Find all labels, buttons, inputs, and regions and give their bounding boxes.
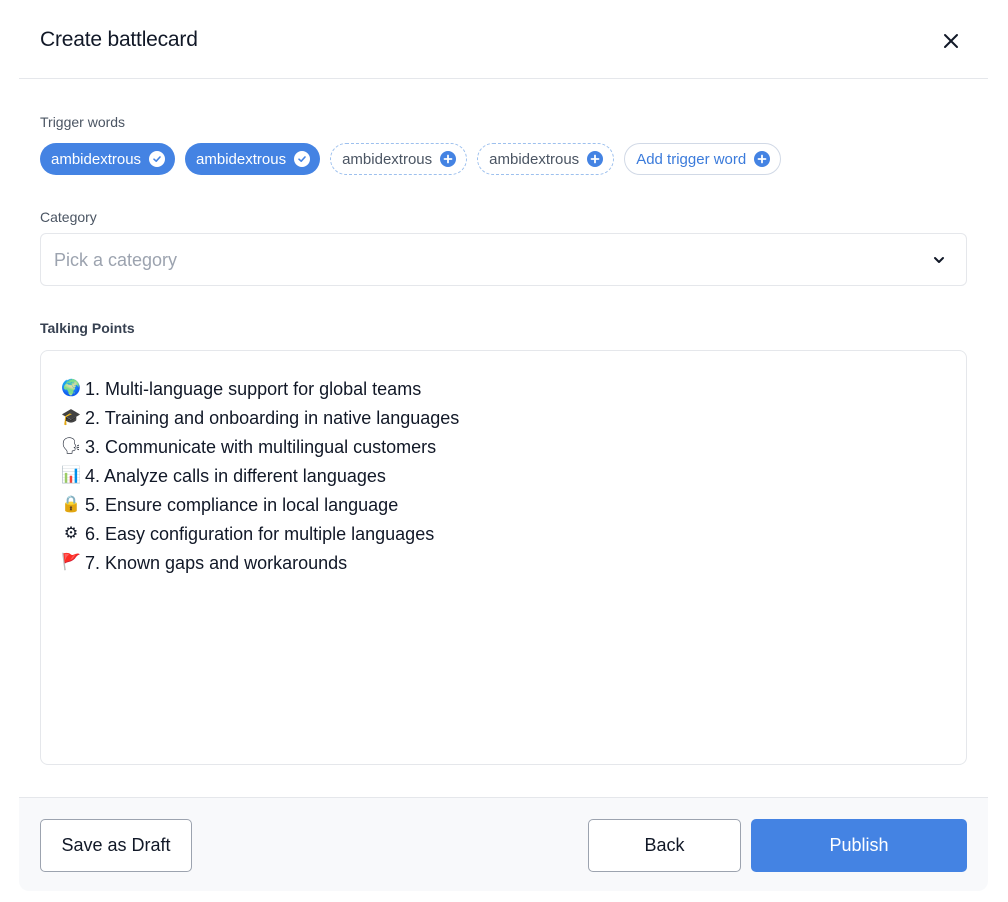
trigger-words-label: Trigger words <box>40 114 126 130</box>
category-select[interactable]: Pick a category <box>40 233 967 286</box>
talking-points-editor[interactable]: 🌍 1. Multi-language support for global te… <box>40 350 967 765</box>
save-as-draft-button[interactable]: Save as Draft <box>40 819 192 872</box>
speaking-head-icon: 🗣 <box>60 437 82 455</box>
talking-point-text: 5. Ensure compliance in local language <box>85 494 399 515</box>
dialog-title: Create battlecard <box>40 28 198 51</box>
check-circle-icon <box>294 151 311 167</box>
close-button[interactable] <box>940 30 962 52</box>
chip-label: ambidextrous <box>196 150 287 168</box>
add-trigger-word-button[interactable]: Add trigger word <box>624 143 782 175</box>
talking-point-line: ⚙ 6. Easy configuration for multiple lang… <box>61 519 459 548</box>
check-circle-icon <box>149 151 166 167</box>
graduation-cap-icon: 🎓 <box>61 408 81 426</box>
globe-icon: 🌍 <box>61 379 81 397</box>
chip-label: ambidextrous <box>489 150 580 168</box>
bar-chart-icon: 📊 <box>61 466 81 484</box>
red-flag-icon: 🚩 <box>61 553 81 571</box>
talking-point-line: 🔒 5. Ensure compliance in local language <box>61 490 459 519</box>
trigger-chip-selected[interactable]: ambidextrous <box>185 143 321 175</box>
dialog-footer: Save as Draft Back Publish <box>19 797 988 891</box>
talking-point-text: 2. Training and onboarding in native lan… <box>85 407 460 428</box>
chevron-down-icon <box>934 257 944 263</box>
gear-icon: ⚙ <box>63 524 79 542</box>
lock-icon: 🔒 <box>61 495 81 513</box>
trigger-words-list: ambidextrous ambidextrous ambidextrous a… <box>40 143 782 175</box>
talking-points-label: Talking Points <box>40 320 135 336</box>
chip-label: ambidextrous <box>342 150 433 168</box>
talking-point-line: 📊 4. Analyze calls in different languages <box>61 461 459 490</box>
talking-point-line: 🗣 3. Communicate with multilingual custom… <box>61 432 459 461</box>
publish-button[interactable]: Publish <box>751 819 967 872</box>
talking-point-text: 3. Communicate with multilingual custome… <box>85 436 437 457</box>
category-label: Category <box>40 209 97 225</box>
talking-point-text: 4. Analyze calls in different languages <box>85 465 386 486</box>
plus-circle-icon <box>587 151 604 167</box>
dialog-header: Create battlecard <box>19 0 988 79</box>
talking-points-list: 🌍 1. Multi-language support for global te… <box>61 374 459 577</box>
trigger-chip-suggested[interactable]: ambidextrous <box>330 143 468 175</box>
add-trigger-word-label: Add trigger word <box>636 150 747 168</box>
category-placeholder: Pick a category <box>54 250 178 270</box>
talking-point-text: 1. Multi-language support for global tea… <box>85 378 422 399</box>
trigger-chip-suggested[interactable]: ambidextrous <box>477 143 615 175</box>
plus-circle-icon <box>754 151 771 167</box>
back-button[interactable]: Back <box>588 819 741 872</box>
trigger-chip-selected[interactable]: ambidextrous <box>40 143 176 175</box>
talking-point-line: 🚩 7. Known gaps and workarounds <box>61 548 459 577</box>
talking-point-text: 6. Easy configuration for multiple langu… <box>85 523 435 544</box>
close-icon <box>944 34 958 48</box>
talking-point-line: 🎓 2. Training and onboarding in native la… <box>61 403 459 432</box>
talking-point-text: 7. Known gaps and workarounds <box>85 552 348 573</box>
talking-point-line: 🌍 1. Multi-language support for global te… <box>61 374 459 403</box>
plus-circle-icon <box>440 151 457 167</box>
chip-label: ambidextrous <box>51 150 142 168</box>
